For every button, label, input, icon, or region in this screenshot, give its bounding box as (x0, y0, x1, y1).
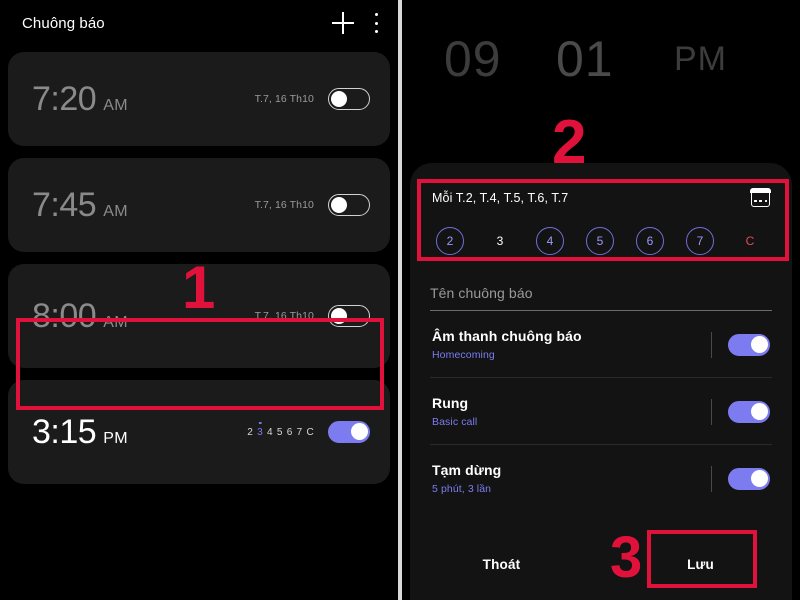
setting-subtitle: Homecoming (432, 349, 495, 361)
cancel-button[interactable]: Thoát (402, 528, 601, 600)
alarm-list-panel: Chuông báo 7:20 AM T.7, 16 Th10 7:45 AM … (0, 0, 398, 600)
alarm-time: 3:15 PM (32, 413, 247, 452)
time-picker-hour[interactable]: 09 (444, 30, 556, 88)
alarm-row-0[interactable]: 7:20 AM T.7, 16 Th10 (8, 52, 390, 146)
annotation-step-1: 1 (182, 254, 216, 321)
setting-text: Âm thanh chuông báo Homecoming (432, 328, 711, 361)
day-chip-sun[interactable]: C (736, 227, 764, 255)
alarm-time-value: 7:20 (32, 79, 97, 118)
alarm-toggle[interactable] (328, 421, 370, 443)
alarm-days-label: T.7, 16 Th10 (254, 310, 314, 322)
alarm-time-value: 3:15 (32, 412, 97, 451)
day-num-active: 3 (257, 426, 263, 438)
alarm-time: 7:20 AM (32, 80, 255, 119)
alarm-row-1[interactable]: 7:45 AM T.7, 16 Th10 (8, 158, 390, 252)
time-picker[interactable]: 09 01 PM (402, 0, 800, 118)
setting-text: Tạm dừng 5 phút, 3 lần (432, 462, 711, 495)
alarm-meta: T.7, 16 Th10 (255, 305, 370, 327)
alarm-meta: T.7, 16 Th10 (255, 194, 370, 216)
day-num: 2 (247, 426, 254, 438)
row-separator (711, 398, 712, 425)
plus-icon[interactable] (332, 12, 354, 34)
day-num: 5 (276, 426, 283, 438)
day-chip-tue[interactable]: 3 (486, 227, 514, 255)
alarm-meta: 2 3 4 5 6 7 C (247, 421, 370, 443)
setting-toggle[interactable] (728, 400, 770, 423)
alarm-day-numbers: 2 3 4 5 6 7 C (247, 427, 314, 438)
alarm-editor-panel: 09 01 PM Mỗi T.2, T.4, T.5, T.6, T.7 2 3… (402, 0, 800, 600)
setting-subtitle: Basic call (432, 416, 478, 428)
annotation-step-3: 3 (610, 525, 643, 590)
setting-text: Rung Basic call (432, 395, 711, 428)
setting-subtitle: 5 phút, 3 lần (432, 483, 492, 495)
alarm-toggle[interactable] (328, 194, 370, 216)
alarm-time-value: 8:00 (32, 296, 97, 335)
day-chip-fri[interactable]: 6 (636, 227, 664, 255)
alarm-days-label: T.7, 16 Th10 (254, 93, 314, 105)
alarm-time-value: 7:45 (32, 185, 97, 224)
alarm-ampm: PM (103, 429, 128, 447)
setting-toggle[interactable] (728, 467, 770, 490)
alarm-toggle[interactable] (328, 305, 370, 327)
day-num: 4 (266, 426, 273, 438)
day-chip-thu[interactable]: 5 (586, 227, 614, 255)
setting-title: Âm thanh chuông báo (432, 328, 582, 344)
setting-row-vibration[interactable]: Rung Basic call (430, 378, 772, 445)
time-picker-minute[interactable]: 01 (556, 30, 674, 88)
setting-row-snooze[interactable]: Tạm dừng 5 phút, 3 lần (430, 445, 772, 511)
screenshot-root: Chuông báo 7:20 AM T.7, 16 Th10 7:45 AM … (0, 0, 800, 600)
setting-row-alarm-sound[interactable]: Âm thanh chuông báo Homecoming (430, 311, 772, 378)
day-chip-mon[interactable]: 2 (436, 227, 464, 255)
alarm-meta: T.7, 16 Th10 (255, 88, 370, 110)
alarm-ampm: AM (103, 96, 128, 114)
day-num: C (306, 426, 314, 438)
alarm-time: 8:00 AM (32, 297, 255, 336)
alarm-row-3[interactable]: 3:15 PM 2 3 4 5 6 7 C (8, 380, 390, 484)
row-separator (711, 331, 712, 358)
page-title: Chuông báo (22, 14, 105, 32)
alarm-ampm: AM (103, 313, 128, 331)
row-separator (711, 465, 712, 492)
editor-button-bar: Thoát Lưu (402, 528, 800, 600)
day-chip-wed[interactable]: 4 (536, 227, 564, 255)
alarm-name-placeholder: Tên chuông báo (430, 285, 533, 301)
setting-title: Rung (432, 395, 469, 411)
repeat-summary-label: Mỗi T.2, T.4, T.5, T.6, T.7 (432, 191, 569, 205)
setting-toggle[interactable] (728, 333, 770, 356)
annotation-step-2: 2 (552, 108, 587, 177)
day-selector: 2 3 4 5 6 7 C (432, 227, 770, 255)
alarm-ampm: AM (103, 202, 128, 220)
day-chip-sat[interactable]: 7 (686, 227, 714, 255)
alarm-time: 7:45 AM (32, 186, 255, 225)
kebab-menu-icon[interactable] (374, 13, 378, 33)
repeat-header[interactable]: Mỗi T.2, T.4, T.5, T.6, T.7 (432, 185, 771, 211)
app-header: Chuông báo (0, 0, 398, 46)
calendar-icon[interactable] (750, 188, 771, 207)
time-picker-ampm[interactable]: PM (674, 40, 727, 79)
header-actions (332, 12, 382, 34)
day-num: 7 (296, 426, 303, 438)
repeat-section: Mỗi T.2, T.4, T.5, T.6, T.7 2 3 4 5 6 7 … (430, 179, 772, 259)
alarm-days-label: T.7, 16 Th10 (254, 199, 314, 211)
alarm-name-input[interactable]: Tên chuông báo (430, 285, 772, 311)
alarm-toggle[interactable] (328, 88, 370, 110)
setting-title: Tạm dừng (432, 462, 502, 478)
day-num: 6 (286, 426, 293, 438)
